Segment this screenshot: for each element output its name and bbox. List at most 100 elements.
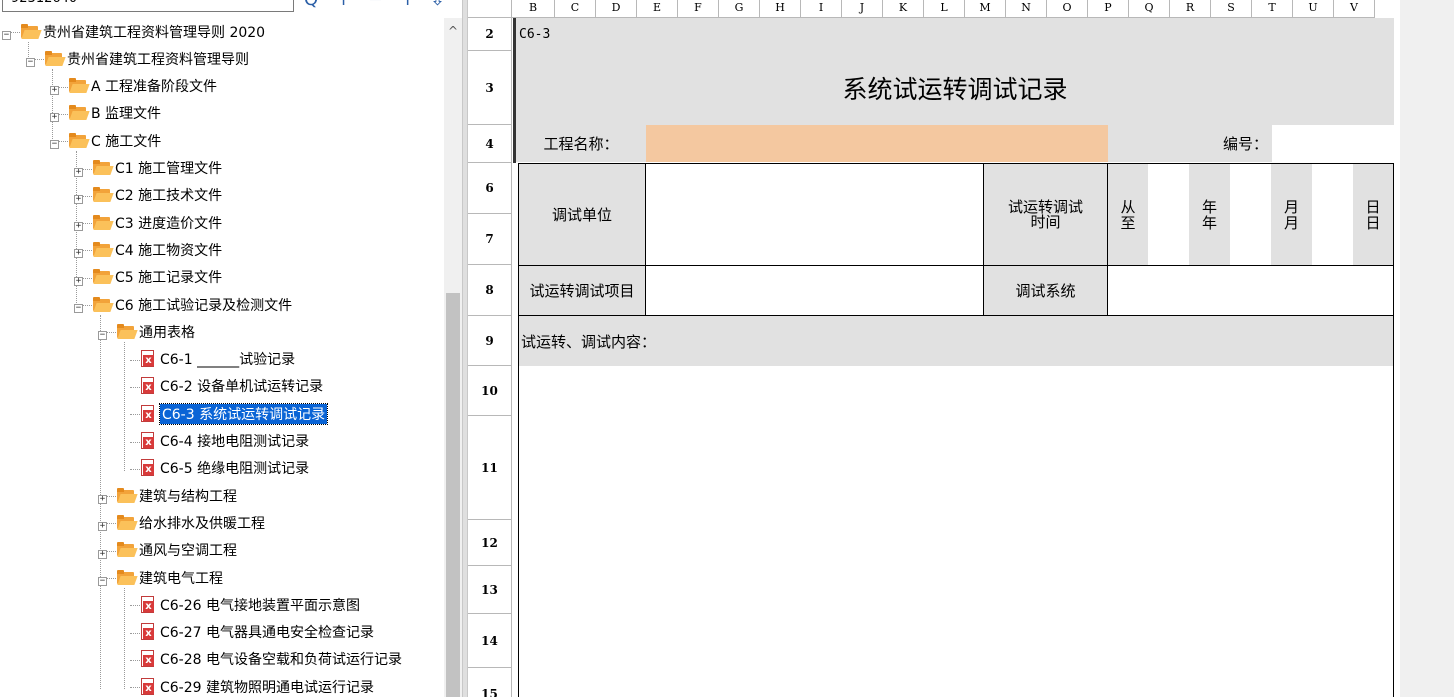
tree-item-document[interactable]: x C6-4 接地电阻测试记录	[140, 428, 309, 455]
collapse-icon[interactable]: −	[2, 31, 11, 40]
tree-item-label[interactable]: C6-5 绝缘电阻测试记录	[160, 458, 309, 478]
column-header[interactable]: Q	[1129, 0, 1170, 18]
tree-item-label[interactable]: 建筑电气工程	[139, 568, 223, 588]
tree-item-label[interactable]: C1 施工管理文件	[115, 158, 222, 178]
tree-item-folder[interactable]: + C4 施工物资文件	[74, 236, 222, 263]
row-header[interactable]: 4	[468, 125, 512, 163]
tree-item-label[interactable]: C6-27 电气器具通电安全检查记录	[160, 622, 374, 642]
row-header[interactable]: 10	[468, 366, 512, 416]
tree-item-label[interactable]: C6 施工试验记录及检测文件	[115, 295, 292, 315]
debug-item-input[interactable]	[645, 265, 984, 316]
expand-all-icon[interactable]: +	[336, 0, 351, 9]
row-header[interactable]: 15	[468, 668, 512, 697]
expand-icon[interactable]: +	[74, 167, 83, 177]
column-header[interactable]: P	[1088, 0, 1129, 18]
tree-item-label[interactable]: B 监理文件	[91, 103, 161, 123]
column-header[interactable]: I	[801, 0, 842, 18]
column-header[interactable]: E	[637, 0, 678, 18]
column-header[interactable]: R	[1170, 0, 1211, 18]
year-input[interactable]	[1148, 163, 1189, 266]
tree-item-document[interactable]: x C6-29 建筑物照明通电试运行记录	[140, 673, 374, 697]
tree-item-label[interactable]: C5 施工记录文件	[115, 267, 222, 287]
expand-icon[interactable]: +	[98, 549, 107, 559]
row-header[interactable]: 2	[468, 18, 512, 51]
column-header[interactable]: J	[842, 0, 883, 18]
tree-item-folder[interactable]: + 给水排水及供暖工程	[98, 509, 265, 536]
column-header[interactable]: M	[965, 0, 1006, 18]
tree-item-folder[interactable]: + C5 施工记录文件	[74, 264, 222, 291]
tree-item-label[interactable]: C4 施工物资文件	[115, 240, 222, 260]
row-header[interactable]: 6	[468, 163, 512, 214]
tree-item-label[interactable]: 通风与空调工程	[139, 540, 237, 560]
column-header[interactable]: T	[1252, 0, 1293, 18]
tree-item-label[interactable]: C6-29 建筑物照明通电试运行记录	[160, 677, 374, 697]
column-header[interactable]: H	[760, 0, 801, 18]
expand-icon[interactable]: +	[74, 222, 83, 232]
tree-item-label[interactable]: C3 进度造价文件	[115, 213, 222, 233]
column-header[interactable]: U	[1293, 0, 1334, 18]
column-header[interactable]: O	[1047, 0, 1088, 18]
debug-system-input[interactable]	[1107, 265, 1394, 316]
select-all-corner[interactable]	[468, 0, 512, 18]
content-input[interactable]	[518, 366, 1394, 697]
tree-item-label[interactable]: 通用表格	[139, 322, 195, 342]
tree-item-folder[interactable]: + A 工程准备阶段文件	[50, 73, 217, 100]
number-input[interactable]	[1272, 125, 1394, 162]
row-header[interactable]: 3	[468, 51, 512, 125]
search-input[interactable]: 92312640	[2, 0, 294, 12]
column-header[interactable]: F	[678, 0, 719, 18]
tree-item-folder[interactable]: + C2 施工技术文件	[74, 182, 222, 209]
tree-item-label[interactable]: 贵州省建筑工程资料管理导则 2020	[43, 22, 265, 42]
tree-item-folder[interactable]: − 通用表格	[98, 318, 195, 345]
scroll-thumb[interactable]	[446, 293, 460, 697]
move-down-icon[interactable]: ⇩	[430, 0, 445, 9]
column-header[interactable]: N	[1006, 0, 1047, 18]
tree-scrollbar[interactable]: ^	[444, 18, 462, 697]
expand-icon[interactable]: +	[74, 194, 83, 204]
debug-unit-input[interactable]	[645, 163, 984, 266]
tree-item-folder[interactable]: + C1 施工管理文件	[74, 155, 222, 182]
tree-item-folder[interactable]: − 贵州省建筑工程资料管理导则 2020	[2, 18, 265, 45]
row-header[interactable]: 7	[468, 214, 512, 265]
tree-item-document[interactable]: x C6-5 绝缘电阻测试记录	[140, 455, 309, 482]
row-header[interactable]: 11	[468, 416, 512, 520]
row-header[interactable]: 9	[468, 316, 512, 366]
column-header[interactable]: S	[1211, 0, 1252, 18]
tree-item-folder[interactable]: + 建筑与结构工程	[98, 482, 237, 509]
tree-item-label[interactable]: C2 施工技术文件	[115, 185, 222, 205]
row-header[interactable]: 12	[468, 520, 512, 566]
row-header[interactable]: 14	[468, 614, 512, 668]
scroll-up-icon[interactable]: ^	[444, 24, 462, 40]
expand-icon[interactable]: +	[98, 522, 107, 532]
tree-item-document[interactable]: x C6-26 电气接地装置平面示意图	[140, 591, 360, 618]
tree-item-label[interactable]: 建筑与结构工程	[139, 486, 237, 506]
day-input[interactable]	[1312, 163, 1353, 266]
tree-item-folder[interactable]: − C 施工文件	[50, 127, 161, 154]
tree-item-label[interactable]: C6-4 接地电阻测试记录	[160, 431, 309, 451]
tree-item-folder[interactable]: − 贵州省建筑工程资料管理导则	[26, 45, 249, 72]
expand-icon[interactable]: +	[50, 112, 59, 122]
collapse-icon[interactable]: −	[98, 577, 107, 586]
collapse-icon[interactable]: −	[26, 58, 35, 68]
row-header[interactable]: 13	[468, 566, 512, 614]
row-header[interactable]: 8	[468, 265, 512, 316]
column-header[interactable]: B	[512, 0, 555, 18]
tree-item-document[interactable]: x C6-3 系统试运转调试记录	[140, 400, 329, 427]
month-input[interactable]	[1230, 163, 1271, 266]
column-header[interactable]: L	[924, 0, 965, 18]
project-name-input[interactable]	[646, 125, 1108, 162]
row4-spacer-cell[interactable]	[1108, 125, 1190, 162]
collapse-icon[interactable]: −	[74, 304, 83, 313]
tree-item-label[interactable]: 贵州省建筑工程资料管理导则	[67, 49, 249, 69]
tree-item-label[interactable]: A 工程准备阶段文件	[91, 76, 217, 96]
tree-item-folder[interactable]: − 建筑电气工程	[98, 564, 223, 591]
tree-item-folder[interactable]: + 通风与空调工程	[98, 537, 237, 564]
tree-item-folder[interactable]: + C3 进度造价文件	[74, 209, 222, 236]
form-title[interactable]: 系统试运转调试记录	[516, 51, 1394, 125]
tree-item-label[interactable]: C6-26 电气接地装置平面示意图	[160, 595, 360, 615]
column-header[interactable]: V	[1334, 0, 1375, 18]
column-header[interactable]: G	[719, 0, 760, 18]
tree-item-document[interactable]: x C6-2 设备单机试运转记录	[140, 373, 323, 400]
tree-item-label[interactable]: C6-1 ______试验记录	[160, 349, 295, 369]
collapse-icon[interactable]: −	[50, 140, 59, 150]
